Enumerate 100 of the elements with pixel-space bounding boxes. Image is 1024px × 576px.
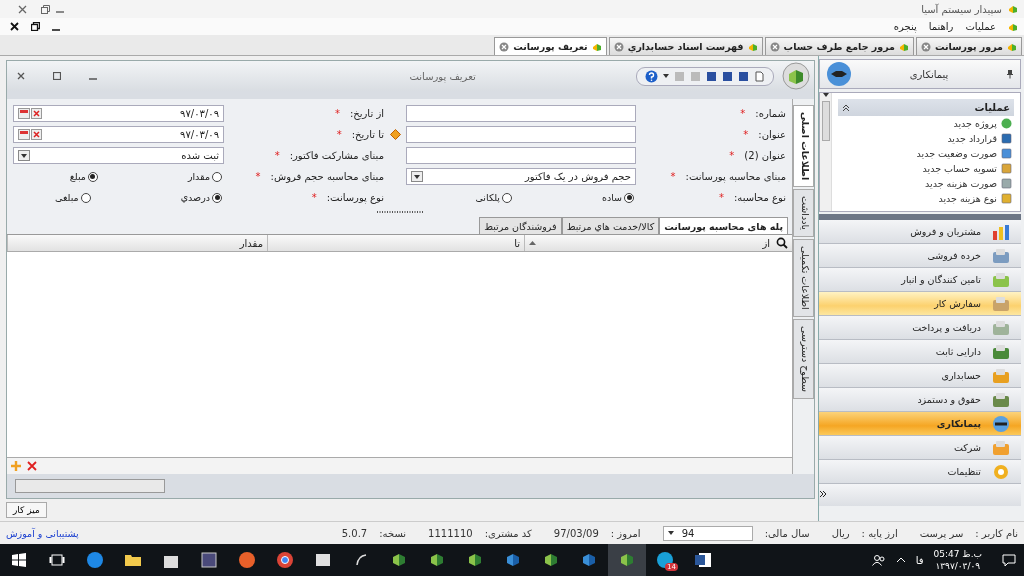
operation-link[interactable]: نوع هزینه جدید: [838, 191, 1014, 206]
help-icon[interactable]: [645, 69, 658, 83]
radio-icon[interactable]: [624, 192, 634, 203]
scrollbar-thumb[interactable]: [821, 101, 830, 141]
module-item[interactable]: تنظیمات: [819, 460, 1021, 484]
notification-icon[interactable]: [1002, 553, 1016, 567]
side-tab[interactable]: اطلاعات اصلی: [793, 105, 814, 188]
scrollbar[interactable]: [820, 93, 832, 211]
splitter-handle[interactable]: [374, 210, 425, 214]
module-item[interactable]: مشتریان و فروش: [819, 220, 1021, 244]
menu-item[interactable]: عملیات: [965, 21, 996, 32]
text-field[interactable]: [406, 126, 636, 143]
maximize-icon[interactable]: [53, 72, 61, 80]
field-label: از تاریخ:: [349, 108, 384, 119]
restore-icon[interactable]: [31, 22, 40, 31]
radio-icon[interactable]: [212, 192, 222, 203]
required-mark: *: [334, 108, 340, 119]
radio-icon[interactable]: [87, 171, 98, 182]
side-tab[interactable]: اطلاعات تکمیلی: [793, 239, 814, 317]
status-label: نام کاربر :: [975, 527, 1018, 539]
menu-item[interactable]: پنجره: [893, 21, 917, 32]
grid-tab[interactable]: فروشندگان مرتبط: [479, 217, 562, 234]
required-mark: *: [729, 150, 735, 161]
radio-option[interactable]: پلکانی: [475, 192, 512, 203]
module-item[interactable]: تامین کنندگان و انبار: [819, 268, 1021, 292]
grid-tab[interactable]: پله های محاسبه پورسانت: [659, 217, 788, 234]
module-item[interactable]: شرکت: [819, 436, 1021, 460]
operation-link[interactable]: پروژه جدید: [838, 116, 1014, 131]
status-label: کد مشتری:: [484, 527, 532, 539]
collapse-icon[interactable]: [842, 103, 850, 112]
module-item[interactable]: دریافت و پرداخت: [819, 316, 1021, 340]
document-tab[interactable]: مرور پورسانت: [916, 37, 1022, 55]
pin-icon[interactable]: [1006, 69, 1014, 79]
support-link[interactable]: پشتیبانی و آموزش: [6, 527, 79, 539]
clear-icon[interactable]: [31, 129, 42, 140]
side-tab[interactable]: سطوح دسترسی: [793, 318, 814, 399]
required-mark: *: [336, 129, 342, 140]
radio-option[interactable]: ساده: [601, 192, 634, 203]
cube-logo-icon: [505, 552, 521, 568]
panel-title: پیمانکاری: [909, 68, 949, 80]
clock[interactable]: ب.ظ 05:47 ۱۳۹۷/۰۳/۰۹: [933, 548, 982, 572]
language-indicator[interactable]: فا: [915, 554, 924, 566]
module-item[interactable]: سفارش کار: [819, 292, 1021, 316]
radio-option[interactable]: مبلغ: [69, 171, 98, 182]
menu-item[interactable]: راهنما: [928, 21, 954, 32]
radio-icon[interactable]: [212, 171, 222, 182]
windows-icon[interactable]: [12, 553, 26, 567]
status-value: ریال: [831, 527, 850, 539]
operation-link[interactable]: قرارداد جدید: [838, 131, 1014, 146]
radio-option[interactable]: مقدار: [187, 171, 222, 182]
column-header[interactable]: تا: [267, 235, 524, 251]
required-mark: *: [670, 171, 676, 182]
required-mark: *: [274, 150, 280, 161]
module-item[interactable]: حقوق و دستمزد: [819, 388, 1021, 412]
document-tab[interactable]: فهرست اسناد حسابداري: [608, 37, 763, 55]
operation-link[interactable]: صورت وضعیت جدید: [838, 146, 1014, 161]
chevron-up-icon[interactable]: [895, 557, 906, 563]
calendar-icon[interactable]: [18, 129, 30, 140]
radio-option[interactable]: درصدي: [180, 192, 222, 203]
module-item[interactable]: حسابداری: [819, 364, 1021, 388]
dropdown-field[interactable]: حجم فروش در یک فاکتور: [406, 168, 636, 185]
radio-icon[interactable]: [501, 192, 512, 203]
clear-icon[interactable]: [31, 108, 42, 119]
year-dropdown[interactable]: 94: [662, 525, 753, 541]
sort-arrow-icon: [529, 241, 536, 245]
cube-logo-icon: [747, 41, 758, 52]
text-field[interactable]: [406, 147, 636, 164]
cube-logo-icon: [543, 552, 559, 568]
module-item[interactable]: دارایی ثابت: [819, 340, 1021, 364]
status-value: سر پرست: [919, 527, 964, 539]
module-item[interactable]: خرده فروشی: [819, 244, 1021, 268]
desk-button[interactable]: میز کار: [6, 502, 47, 518]
dropdown-button[interactable]: [18, 150, 30, 161]
search-icon[interactable]: [776, 237, 788, 249]
dropdown-value: حجم فروش در یک فاکتور: [525, 171, 631, 182]
side-tab[interactable]: یادداشت: [793, 189, 814, 238]
date-field[interactable]: ۹۷/۰۳/۰۹: [13, 126, 224, 143]
column-header[interactable]: از: [524, 235, 792, 251]
required-mark: *: [718, 192, 724, 203]
radio-icon[interactable]: [80, 192, 91, 203]
cube-logo-icon: [1008, 4, 1018, 14]
column-label: تا: [514, 237, 520, 249]
module-item[interactable]: پیمانکاری: [819, 412, 1021, 436]
column-header[interactable]: مقدار: [7, 235, 267, 251]
close-icon[interactable]: [17, 72, 25, 80]
operation-link[interactable]: تسویه حساب جدید: [838, 161, 1014, 176]
document-tab[interactable]: مرور جامع طرف حساب: [764, 37, 914, 55]
close-icon[interactable]: [10, 22, 19, 31]
date-field[interactable]: ۹۷/۰۳/۰۹: [13, 105, 224, 122]
delete-icon[interactable]: [27, 461, 37, 472]
field-label: مبنای محاسبه حجم فروش:: [270, 171, 384, 182]
dropdown-button[interactable]: [411, 171, 423, 182]
radio-option[interactable]: مبلغی: [55, 192, 91, 203]
text-field[interactable]: [406, 105, 636, 122]
calendar-icon[interactable]: [18, 108, 30, 119]
dropdown-field[interactable]: ثبت شده: [13, 147, 224, 164]
grid-tab[interactable]: کالا/خدمت هاي مرتبط: [561, 217, 660, 234]
document-tab[interactable]: تعریف پورسانت: [494, 37, 607, 55]
chevron-icon[interactable]: [819, 490, 827, 500]
operation-link[interactable]: صورت هزینه جدید: [838, 176, 1014, 191]
